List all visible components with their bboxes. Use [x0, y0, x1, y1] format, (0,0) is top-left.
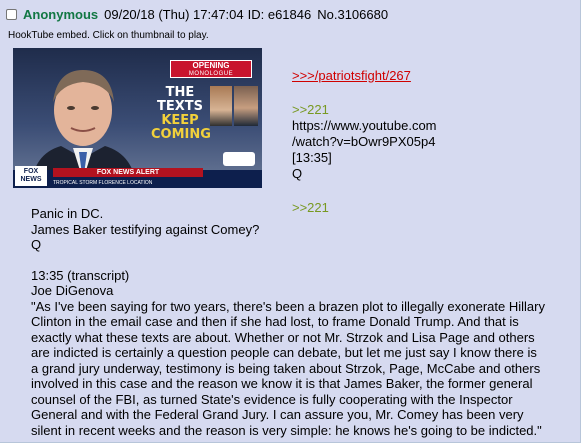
file-info: HookTube embed. Click on thumbnail to pl…	[8, 30, 209, 41]
quote-line: silent in recent weeks and the reason is…	[31, 422, 542, 438]
post-container: Anonymous 09/20/18 (Thu) 17:47:04 ID: e618…	[0, 0, 581, 443]
poster-id[interactable]: ID: e61846	[248, 7, 312, 22]
opening-monologue-badge: OPENING MONOLOGUE	[170, 60, 252, 78]
post-datetime: 09/20/18 (Thu) 17:47:04	[104, 7, 244, 22]
body-line-3: Q	[31, 237, 42, 252]
q-signature: Q	[292, 166, 303, 181]
url-line-1: https://www.youtube.com	[292, 118, 437, 133]
headline-word-4: COMING	[151, 127, 211, 142]
quote-line: counsel of the FBI, as turned State's ev…	[31, 391, 513, 407]
url-line-2: /watch?v=bOwr9PX05p4	[292, 134, 436, 149]
quote-line: "As I've been saying for two years, ther…	[31, 298, 545, 314]
quote-line: Clinton in the email case and then if sh…	[31, 314, 519, 329]
body-line-2: James Baker testifying against Comey?	[31, 221, 260, 237]
headline-word-1: THE	[165, 85, 195, 100]
quote-line: involved in this case and the reason we …	[31, 376, 533, 391]
network-logo: FOX NEWS	[15, 166, 47, 186]
reply-link-1[interactable]: >>221	[292, 102, 572, 118]
inset-photo-woman	[210, 86, 232, 126]
opening-subtitle: MONOLOGUE	[188, 71, 234, 77]
quote-line: General and with the Federal Grand Jury.…	[31, 407, 524, 422]
quote-line: exactly what these texts are about. Whet…	[31, 329, 535, 345]
post-select-checkbox[interactable]	[6, 9, 17, 20]
poster-name: Anonymous	[23, 7, 99, 22]
headline-word-3: KEEP	[161, 113, 199, 128]
speaker-name: Joe DiGenova	[31, 283, 114, 298]
quote-line: a grand jury underway, testimony is bein…	[31, 360, 541, 376]
body-line-1: Panic in DC.	[31, 206, 104, 221]
post-message-body: Panic in DC. James Baker testifying agai…	[31, 206, 576, 438]
headline-graphic: THE TEXTS KEEP COMING	[151, 85, 211, 142]
news-alert-banner: FOX NEWS ALERT	[53, 168, 203, 177]
cross-board-link[interactable]: >>>/patriotsfight/267	[292, 68, 572, 84]
ticker-location-text: TROPICAL STORM FLORENCE LOCATION	[53, 180, 153, 186]
video-thumbnail[interactable]: OPENING MONOLOGUE THE TEXTS KEEP COMING …	[13, 48, 262, 188]
quote-line: are indicted is certainly a question peo…	[31, 345, 537, 360]
transcript-heading: 13:35 (transcript)	[31, 267, 130, 283]
post-message-side: >>>/patriotsfight/267 >>221 https://www.…	[292, 68, 572, 216]
headline-word-2: TEXTS	[156, 99, 203, 114]
post-header: Anonymous 09/20/18 (Thu) 17:47:04 ID: e618…	[6, 7, 388, 23]
opening-title: OPENING	[192, 61, 230, 70]
post-number[interactable]: No.3106680	[317, 7, 388, 22]
inset-photo-man	[234, 86, 258, 126]
video-timestamp: [13:35]	[292, 150, 332, 165]
show-logo	[223, 152, 255, 166]
